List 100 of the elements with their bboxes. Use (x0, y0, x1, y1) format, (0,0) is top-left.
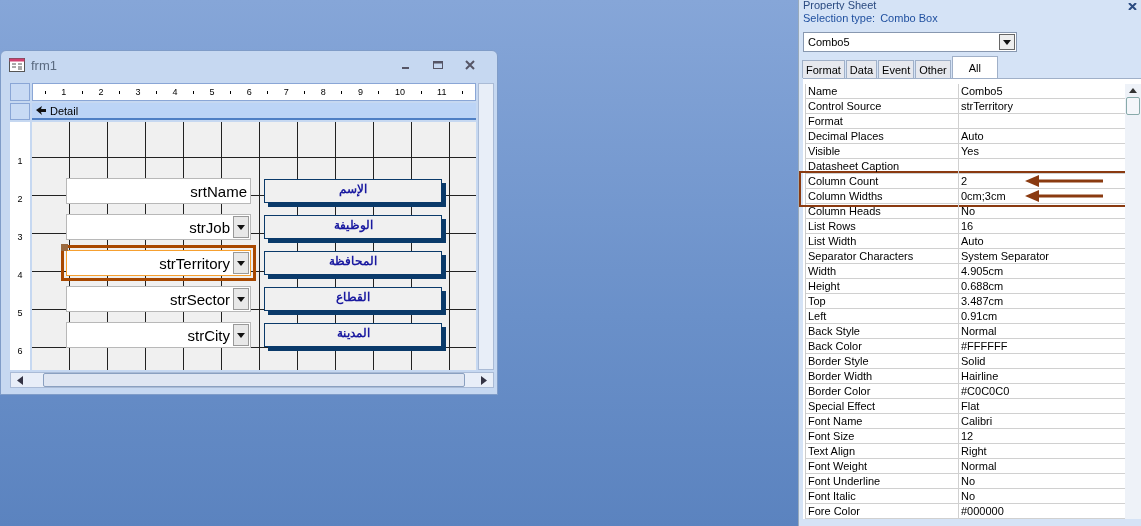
tab[interactable]: All (951, 56, 998, 78)
combo-box[interactable]: strJob (66, 214, 251, 240)
property-value[interactable]: Auto (958, 129, 1124, 143)
ruler-number: 9 (357, 87, 363, 97)
ruler-number: 7 (283, 87, 289, 97)
selection-type-label: Selection type: (803, 12, 876, 24)
property-value[interactable]: #000000 (958, 504, 1124, 518)
property-name: Font Weight (807, 459, 869, 473)
window-title: frm1 (31, 57, 58, 73)
property-value[interactable]: #FFFFFF (958, 339, 1124, 353)
object-dropdown[interactable]: Combo5 (803, 32, 1017, 52)
property-value[interactable]: Normal (958, 324, 1124, 338)
property-name: Font Underline (807, 474, 882, 488)
scroll-thumb[interactable] (43, 373, 465, 387)
section-title: Detail (50, 104, 79, 117)
property-value[interactable]: System Separator (958, 249, 1124, 263)
scroll-thumb[interactable] (1126, 97, 1140, 115)
ruler-number: 1 (17, 156, 23, 166)
ruler-number: 2 (98, 87, 104, 97)
scroll-left-icon[interactable] (17, 375, 23, 385)
property-value[interactable]: 0.91cm (958, 309, 1124, 323)
ruler-number: 2 (17, 194, 23, 204)
dropdown-button[interactable] (999, 34, 1015, 50)
ruler-number: 5 (209, 87, 215, 97)
ruler-corner (10, 83, 30, 101)
tab[interactable]: Other (915, 60, 951, 78)
text-box[interactable]: srtName (66, 178, 251, 204)
close-icon[interactable] (1128, 3, 1137, 10)
property-name: Column Heads (807, 204, 882, 218)
property-name: List Rows (807, 219, 857, 233)
property-value[interactable]: No (958, 474, 1124, 488)
property-name: Decimal Places (807, 129, 885, 143)
property-value[interactable]: Normal (958, 459, 1124, 473)
ruler-number: 4 (17, 270, 23, 280)
property-name: Height (807, 279, 841, 293)
dropdown-button[interactable] (233, 288, 249, 310)
property-name: Visible (807, 144, 842, 158)
property-value[interactable]: Right (958, 444, 1124, 458)
caret-icon (237, 224, 245, 230)
selection-type-value: Combo Box (880, 12, 938, 24)
caret-icon (237, 260, 245, 266)
property-value[interactable]: Flat (958, 399, 1124, 413)
property-name: Special Effect (807, 399, 877, 413)
property-value[interactable]: #C0C0C0 (958, 384, 1124, 398)
property-value[interactable]: Hairline (958, 369, 1124, 383)
property-value[interactable]: 3.487cm (958, 294, 1124, 308)
property-name: Control Source (807, 99, 883, 113)
ruler-number: 1 (61, 87, 67, 97)
scroll-right-icon[interactable] (481, 375, 487, 385)
property-name: Fore Color (807, 504, 861, 518)
property-name: Separator Characters (807, 249, 915, 263)
property-name: Back Style (807, 324, 861, 338)
dropdown-button[interactable] (233, 252, 249, 274)
ruler-number: 3 (135, 87, 141, 97)
property-name: Column Count (807, 174, 880, 188)
property-name: Font Italic (807, 489, 857, 503)
ruler-number: 6 (246, 87, 252, 97)
caret-icon (237, 296, 245, 302)
property-name: Font Size (807, 429, 856, 443)
property-value[interactable]: No (958, 204, 1124, 218)
move-handle[interactable] (61, 244, 68, 251)
combo-box[interactable]: strSector (66, 286, 251, 312)
form-icon (9, 58, 25, 72)
close-icon[interactable] (465, 60, 475, 70)
dropdown-button[interactable] (233, 324, 249, 346)
property-value[interactable]: 16 (958, 219, 1124, 233)
tab[interactable]: Data (845, 60, 878, 78)
property-value[interactable]: 0.688cm (958, 279, 1124, 293)
property-value[interactable]: No (958, 489, 1124, 503)
property-name: Name (807, 84, 839, 98)
property-name: List Width (807, 234, 858, 248)
scroll-up-icon[interactable] (1129, 88, 1137, 93)
caret-icon (1003, 39, 1011, 45)
ruler-number: 6 (17, 346, 23, 356)
property-value[interactable]: strTerritory (958, 99, 1124, 113)
property-value[interactable]: Combo5 (958, 84, 1124, 98)
property-name: Border Style (807, 354, 870, 368)
property-name: Left (807, 309, 828, 323)
dropdown-button[interactable] (233, 216, 249, 238)
property-value[interactable]: Solid (958, 354, 1124, 368)
property-name: Column Widths (807, 189, 884, 203)
vertical-scrollbar[interactable] (1125, 84, 1141, 519)
tab[interactable]: Format (802, 60, 845, 78)
property-name: Border Width (807, 369, 874, 383)
property-value[interactable]: 4.905cm (958, 264, 1124, 278)
vertical-scrollbar[interactable] (478, 83, 494, 370)
property-name: Font Name (807, 414, 864, 428)
property-name: Width (807, 264, 838, 278)
property-value[interactable]: 12 (958, 429, 1124, 443)
property-value[interactable]: Yes (958, 144, 1124, 158)
caret-icon (237, 332, 245, 338)
property-value[interactable]: Auto (958, 234, 1124, 248)
horizontal-scrollbar[interactable] (10, 372, 494, 388)
property-name: Back Color (807, 339, 863, 353)
section-arrow-icon (36, 106, 46, 115)
ruler-number: 8 (320, 87, 326, 97)
maximize-icon[interactable] (433, 60, 443, 70)
tab[interactable]: Event (878, 60, 915, 78)
property-value[interactable]: Calibri (958, 414, 1124, 428)
combo-box[interactable]: strCity (66, 322, 251, 348)
